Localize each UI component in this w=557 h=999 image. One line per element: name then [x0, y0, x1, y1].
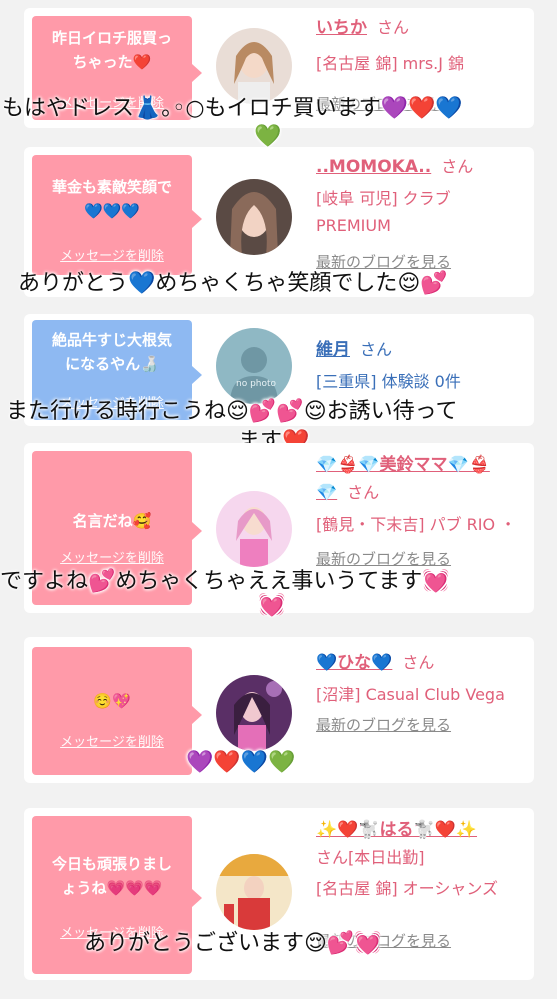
- avatar-image: [216, 675, 292, 751]
- overlay-caption-continued: 💚: [254, 124, 282, 149]
- latest-blog-link[interactable]: 最新のブログを見る: [316, 712, 526, 739]
- avatar-image: [216, 491, 292, 567]
- message-bubble: 華金も素敵笑顔で 💙💙💙 メッセージを削除: [32, 155, 202, 275]
- user-info: 維月 さん [三重県] 体験談 0件: [316, 336, 526, 395]
- overlay-caption: ですよね💕めちゃくちゃええ事いうてます💓: [0, 569, 450, 594]
- overlay-caption: 💜❤️💙💚: [186, 750, 296, 775]
- overlay-caption: また行ける時行こうね😌💕💕😌お誘い待って: [6, 399, 458, 424]
- message-text-line: 💙💙💙: [83, 202, 141, 220]
- user-info: ..MOMOKA.. さん [岐阜 可児] クラブ PREMIUM 最新のブログを…: [316, 153, 526, 276]
- svg-text:no photo: no photo: [236, 379, 277, 389]
- user-name-link[interactable]: 維月: [316, 340, 350, 360]
- message-text-line: 今日も頑張りまし: [51, 855, 172, 873]
- message-bubble: ☺️💖 メッセージを削除: [32, 647, 202, 775]
- message-text-line: 華金も素敵笑顔で: [51, 178, 172, 196]
- avatar-image: [216, 854, 292, 930]
- avatar-image: [216, 179, 292, 255]
- avatar[interactable]: [216, 854, 292, 930]
- shop-link[interactable]: [三重県] 体験談 0件: [316, 368, 526, 395]
- honorific: さん: [377, 18, 410, 37]
- honorific: さん: [360, 340, 393, 359]
- honorific: さん: [441, 157, 474, 176]
- message-text-line: ょうね💗💗💗: [61, 879, 163, 897]
- avatar[interactable]: [216, 491, 292, 567]
- shop-link[interactable]: [沼津] Casual Club Vega: [316, 681, 526, 708]
- shop-link[interactable]: [名古屋 錦] mrs.J 錦: [316, 50, 526, 77]
- message-text-line: ちゃった❤️: [72, 53, 152, 71]
- avatar[interactable]: [216, 179, 292, 255]
- user-info: 💎👙💎美鈴ママ💎👙 💎 さん [鶴見・下末吉] パブ RIO ・ 最新のブログを見…: [316, 451, 526, 573]
- shop-link[interactable]: [鶴見・下末吉] パブ RIO ・: [316, 511, 526, 538]
- message-text-line: 絶品牛すじ大根気: [51, 331, 172, 349]
- shop-link[interactable]: [名古屋 錦] オーシャンズ: [316, 875, 526, 902]
- user-name-link[interactable]: いちか: [316, 18, 367, 38]
- message-text-line: 名言だね🥰: [72, 512, 152, 530]
- user-name-link-continued[interactable]: 💎: [316, 483, 337, 503]
- message-text-line: ☺️💖: [93, 692, 131, 710]
- shop-link[interactable]: [岐阜 可児] クラブ PREMIUM: [316, 185, 526, 239]
- honorific: さん: [347, 483, 380, 502]
- delete-message-link[interactable]: メッセージを削除: [32, 731, 192, 755]
- honorific: さん: [402, 653, 435, 672]
- message-text-line: になるやん🍶: [65, 355, 159, 373]
- user-name-link[interactable]: 💙ひな💙: [316, 653, 392, 673]
- honorific: さん[本日出勤]: [316, 848, 425, 867]
- overlay-caption-continued: 💓: [258, 593, 286, 618]
- user-name-link[interactable]: ✨❤️🐩はる🐩❤️✨: [316, 820, 477, 840]
- user-name-link[interactable]: ..MOMOKA..: [316, 157, 431, 177]
- avatar[interactable]: [216, 675, 292, 751]
- overlay-caption: ありがとう💙めちゃくちゃ笑顔でした😌💕: [18, 271, 448, 296]
- overlay-caption: もはやドレス👗｡◦○もイロチ買います💜❤️💙: [2, 96, 463, 121]
- user-name-link[interactable]: 💎👙💎美鈴ママ💎👙: [316, 455, 490, 475]
- message-text-line: 昨日イロチ服買っ: [51, 29, 172, 47]
- overlay-caption: ありがとうございます😌💕💓: [84, 931, 382, 956]
- user-info: 💙ひな💙 さん [沼津] Casual Club Vega 最新のブログを見る: [316, 649, 526, 739]
